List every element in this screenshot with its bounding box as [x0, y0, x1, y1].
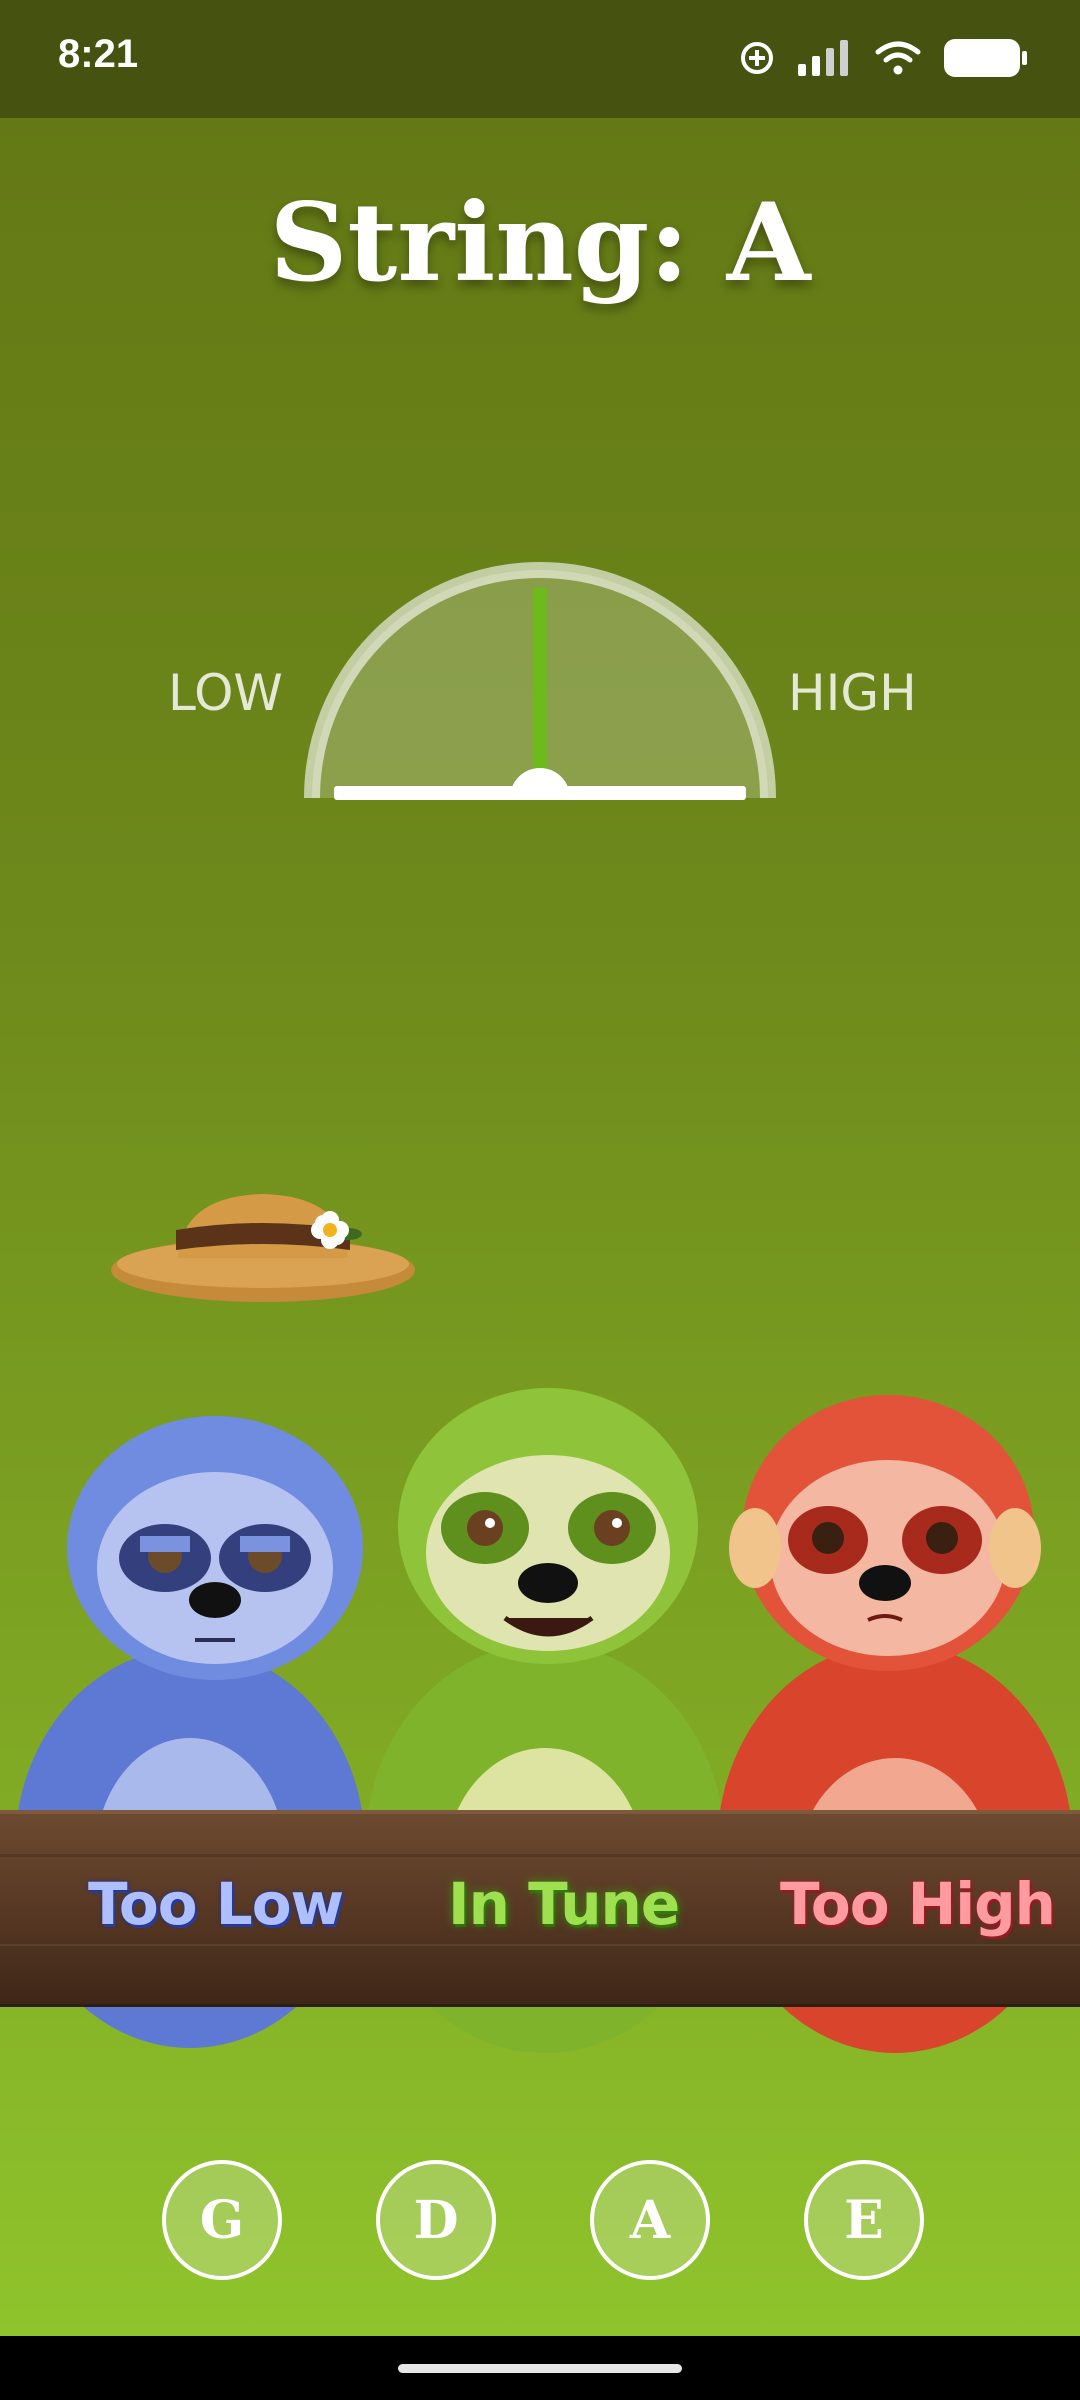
string-selector: G D A E: [0, 2160, 1080, 2280]
sloths-illustration: [15, 1388, 1073, 2053]
status-bar: 8:21: [0, 0, 1080, 118]
label-too-high: Too High: [780, 1870, 1056, 1938]
gauge-high-label: HIGH: [788, 664, 917, 722]
string-button-d[interactable]: D: [376, 2160, 496, 2280]
status-icons: [738, 36, 1028, 80]
gauge-needle: [533, 588, 547, 798]
gauge-low-label: LOW: [168, 664, 283, 722]
battery-icon: [944, 39, 1027, 77]
string-button-a[interactable]: A: [590, 2160, 710, 2280]
label-too-low: Too Low: [88, 1870, 344, 1938]
label-in-tune: In Tune: [448, 1870, 680, 1938]
tuner-gauge: [304, 562, 776, 800]
tuner-screen: String: A LOW HIGH Too Low In Tune Too H…: [0, 118, 1080, 2336]
data-saver-icon: [741, 42, 773, 74]
string-button-g[interactable]: G: [162, 2160, 282, 2280]
wifi-icon: [875, 41, 921, 75]
string-button-e[interactable]: E: [804, 2160, 924, 2280]
status-time: 8:21: [58, 32, 139, 76]
home-indicator[interactable]: [398, 2364, 682, 2373]
page-title: String: A: [269, 180, 811, 306]
hat-image: [111, 1194, 415, 1302]
signal-icon: [798, 40, 848, 76]
